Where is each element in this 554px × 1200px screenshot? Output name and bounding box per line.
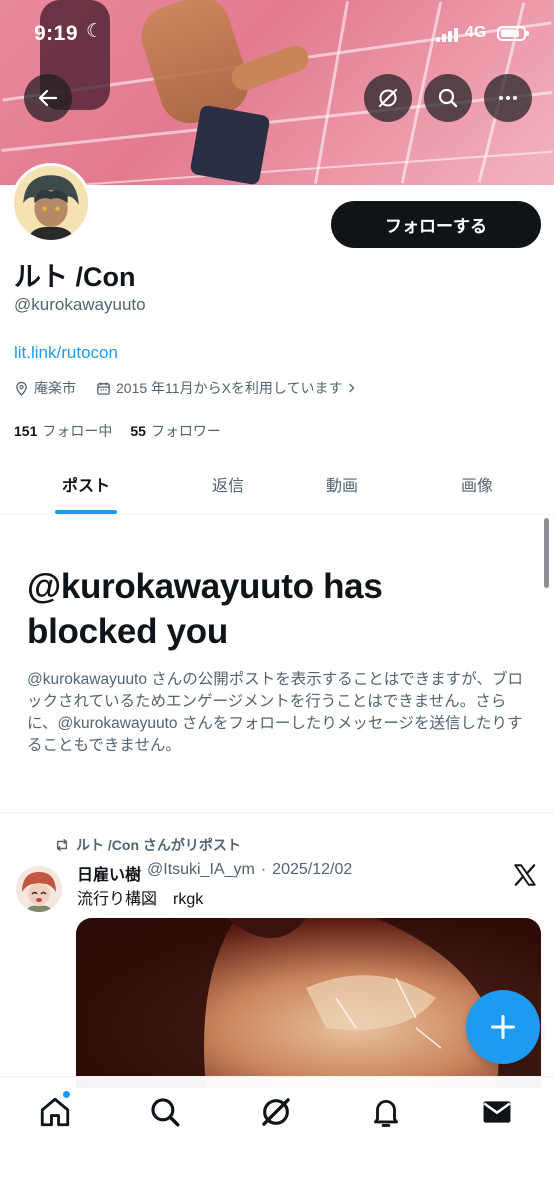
divider — [0, 812, 554, 813]
banner-figure — [189, 104, 271, 185]
calendar-icon — [97, 381, 110, 395]
moon-icon: ☾ — [86, 21, 104, 42]
search-icon — [438, 88, 458, 108]
post-artwork — [76, 918, 541, 1088]
plus-icon — [490, 1014, 516, 1040]
signal-icon — [436, 26, 460, 42]
grok-icon — [378, 88, 398, 108]
network-label: 4G — [465, 24, 487, 41]
location-text: 庵楽市 — [34, 380, 76, 396]
blocked-description: @kurokawayuuto さんの公開ポストを表示することはできますが、ブロッ… — [27, 671, 523, 754]
post-separator: · — [260, 861, 267, 878]
x-logo-icon — [514, 864, 536, 886]
grok-button[interactable] — [364, 74, 412, 122]
followers-count: 55 — [130, 423, 146, 439]
avatar-illustration — [14, 166, 88, 240]
followers-link[interactable]: 55 フォロワー — [130, 421, 221, 441]
post-author-name[interactable]: 日雇い樹 — [77, 861, 141, 885]
messages-icon[interactable] — [480, 1095, 514, 1129]
follow-counts: 151 フォロー中 55 フォロワー — [14, 421, 221, 441]
post-author-handle[interactable]: @Itsuki_IA_ym — [147, 861, 255, 885]
location-info: 庵楽市 — [14, 378, 76, 398]
tab-images[interactable]: 画像 — [461, 472, 493, 496]
tab-videos[interactable]: 動画 — [326, 472, 358, 496]
battery-icon — [497, 26, 529, 41]
post-image[interactable] — [76, 918, 541, 1088]
bottom-navigation — [0, 1076, 554, 1200]
back-button[interactable] — [24, 74, 72, 122]
scrollbar[interactable] — [544, 518, 549, 588]
follow-button[interactable]: フォローする — [331, 201, 541, 248]
post-text: 流行り構図 rkgk — [77, 891, 204, 908]
compose-button[interactable] — [466, 990, 540, 1064]
search-button[interactable] — [424, 74, 472, 122]
following-label: フォロー中 — [42, 423, 113, 439]
blocked-title: @kurokawayuuto has blocked you — [27, 567, 383, 651]
post-header: 日雇い樹 @Itsuki_IA_ym · 2025/12/02 — [77, 861, 352, 885]
followers-label: フォロワー — [150, 423, 221, 439]
tab-posts[interactable]: ポスト — [62, 472, 110, 496]
repost-label: ルト /Con さんがリポスト — [76, 837, 241, 853]
joined-text: 2015 年11月からXを利用しています — [116, 380, 343, 396]
home-notification-dot — [62, 1090, 71, 1099]
active-tab-indicator — [55, 510, 117, 514]
joined-info[interactable]: 2015 年11月からXを利用しています — [96, 378, 356, 398]
profile-handle: @kurokawayuuto — [14, 295, 146, 314]
profile-tabs: ポスト 返信 動画 画像 — [0, 450, 554, 515]
following-count: 151 — [14, 423, 38, 439]
status-time: 9:19 — [34, 22, 79, 45]
arrow-left-icon — [38, 89, 58, 107]
repost-icon — [56, 838, 68, 852]
grok-icon[interactable] — [259, 1095, 293, 1129]
more-button[interactable] — [484, 74, 532, 122]
more-icon — [499, 96, 517, 100]
notifications-icon[interactable] — [369, 1095, 403, 1129]
tab-replies[interactable]: 返信 — [212, 472, 244, 496]
post-date[interactable]: 2025/12/02 — [272, 861, 352, 885]
search-icon[interactable] — [148, 1095, 182, 1129]
location-pin-icon — [16, 381, 27, 396]
status-bar: 9:19 ☾ 4G — [0, 0, 554, 66]
avatar-illustration — [16, 866, 62, 912]
post-author-avatar[interactable] — [16, 866, 62, 912]
repost-indicator[interactable]: ルト /Con さんがリポスト — [54, 835, 241, 855]
display-name: ルト /Con — [14, 262, 136, 292]
home-icon[interactable] — [38, 1095, 72, 1129]
chevron-right-icon — [348, 383, 355, 393]
profile-link[interactable]: lit.link/rutocon — [14, 343, 118, 363]
profile-avatar[interactable] — [11, 163, 91, 243]
following-link[interactable]: 151 フォロー中 — [14, 421, 112, 441]
